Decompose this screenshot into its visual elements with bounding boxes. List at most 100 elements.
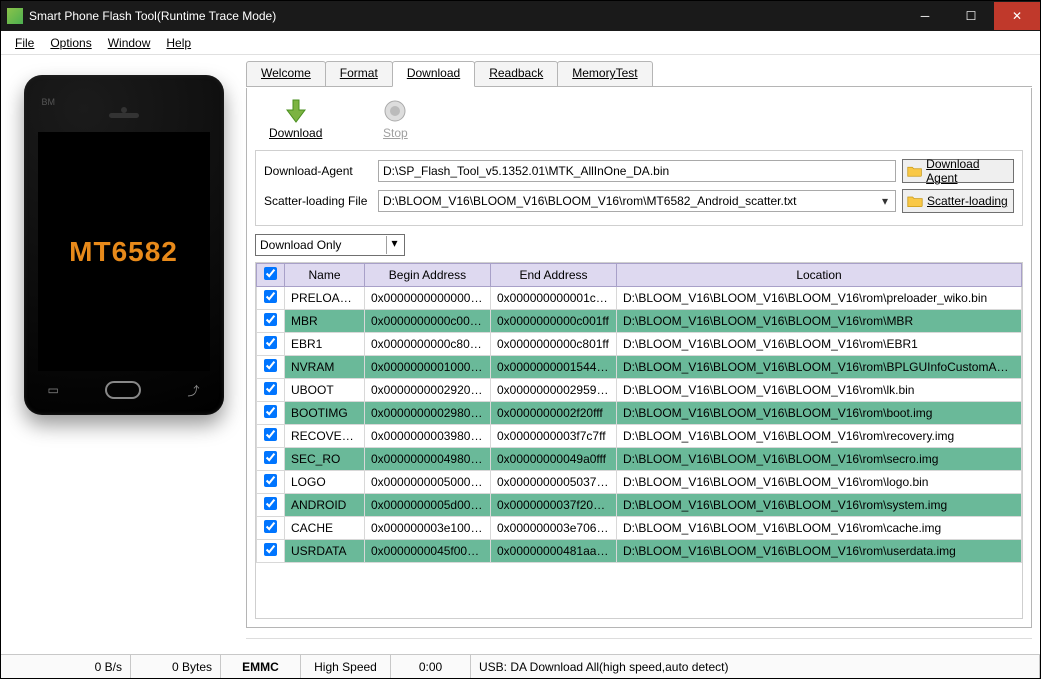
row-begin: 0x0000000045f00000: [365, 540, 491, 563]
row-checkbox[interactable]: [264, 382, 277, 395]
row-checkbox[interactable]: [264, 428, 277, 441]
menu-help[interactable]: Help: [158, 34, 199, 52]
row-checkbox[interactable]: [264, 520, 277, 533]
row-checkbox[interactable]: [264, 336, 277, 349]
chevron-down-icon: ▾: [386, 236, 402, 254]
row-location: D:\BLOOM_V16\BLOOM_V16\BLOOM_V16\rom\boo…: [617, 402, 1022, 425]
row-end: 0x0000000000c001ff: [491, 310, 617, 333]
table-row[interactable]: LOGO 0x0000000005000000 0x00000000050373…: [257, 471, 1022, 494]
maximize-button[interactable]: ☐: [948, 2, 994, 30]
phone-brand: BM: [42, 97, 56, 107]
scatter-label: Scatter-loading File: [264, 194, 372, 208]
table-row[interactable]: USRDATA 0x0000000045f00000 0x00000000481…: [257, 540, 1022, 563]
table-row[interactable]: BOOTIMG 0x0000000002980000 0x0000000002f…: [257, 402, 1022, 425]
col-end-header[interactable]: End Address: [491, 264, 617, 287]
row-end: 0x0000000002959c9b: [491, 379, 617, 402]
select-all-checkbox[interactable]: [264, 267, 277, 280]
row-end: 0x0000000002f20fff: [491, 402, 617, 425]
download-mode-combo[interactable]: Download Only ▾: [255, 234, 405, 256]
row-end: 0x0000000037f20c17: [491, 494, 617, 517]
row-name: PRELOADER: [285, 287, 365, 310]
tab-download[interactable]: Download: [392, 61, 475, 87]
row-location: D:\BLOOM_V16\BLOOM_V16\BLOOM_V16\rom\lk.…: [617, 379, 1022, 402]
row-begin: 0x0000000000c00000: [365, 310, 491, 333]
folder-icon: [907, 164, 922, 178]
row-checkbox[interactable]: [264, 313, 277, 326]
menubar: File Options Window Help: [1, 31, 1040, 55]
table-row[interactable]: ANDROID 0x0000000005d00000 0x0000000037f…: [257, 494, 1022, 517]
phone-preview: BM MT6582 ▭ ⤴: [24, 75, 224, 415]
row-checkbox[interactable]: [264, 359, 277, 372]
table-row[interactable]: SEC_RO 0x0000000004980000 0x00000000049a…: [257, 448, 1022, 471]
row-location: D:\BLOOM_V16\BLOOM_V16\BLOOM_V16\rom\rec…: [617, 425, 1022, 448]
row-checkbox[interactable]: [264, 474, 277, 487]
minimize-button[interactable]: ─: [902, 2, 948, 30]
row-begin: 0x0000000004980000: [365, 448, 491, 471]
statusbar: 0 B/s 0 Bytes EMMC High Speed 0:00 USB: …: [1, 654, 1040, 678]
table-row[interactable]: EBR1 0x0000000000c80000 0x0000000000c801…: [257, 333, 1022, 356]
row-begin: 0x0000000002920000: [365, 379, 491, 402]
row-begin: 0x0000000000c80000: [365, 333, 491, 356]
table-row[interactable]: CACHE 0x000000003e100000 0x000000003e706…: [257, 517, 1022, 540]
row-name: LOGO: [285, 471, 365, 494]
partition-table: Name Begin Address End Address Location …: [255, 262, 1023, 619]
row-checkbox[interactable]: [264, 290, 277, 303]
tab-memorytest[interactable]: MemoryTest: [557, 61, 652, 87]
sidebar: BM MT6582 ▭ ⤴: [1, 55, 246, 654]
tab-welcome[interactable]: Welcome: [246, 61, 326, 87]
close-button[interactable]: ✕: [994, 2, 1040, 30]
row-location: D:\BLOOM_V16\BLOOM_V16\BLOOM_V16\rom\cac…: [617, 517, 1022, 540]
scatter-file-value: D:\BLOOM_V16\BLOOM_V16\BLOOM_V16\rom\MT6…: [383, 194, 797, 208]
app-icon: [7, 8, 23, 24]
table-row[interactable]: RECOVERY 0x0000000003980000 0x0000000003…: [257, 425, 1022, 448]
col-name-header[interactable]: Name: [285, 264, 365, 287]
stop-button[interactable]: Stop: [382, 98, 408, 140]
col-location-header[interactable]: Location: [617, 264, 1022, 287]
menu-file[interactable]: File: [7, 34, 42, 52]
row-location: D:\BLOOM_V16\BLOOM_V16\BLOOM_V16\rom\sec…: [617, 448, 1022, 471]
row-end: 0x000000000503737f: [491, 471, 617, 494]
row-end: 0x000000003e706093: [491, 517, 617, 540]
table-row[interactable]: PRELOADER 0x0000000000000000 0x000000000…: [257, 287, 1022, 310]
status-time: 0:00: [391, 655, 471, 678]
row-location: D:\BLOOM_V16\BLOOM_V16\BLOOM_V16\rom\log…: [617, 471, 1022, 494]
row-checkbox[interactable]: [264, 543, 277, 556]
download-button-label: Download: [269, 126, 322, 140]
row-begin: 0x0000000005000000: [365, 471, 491, 494]
row-name: RECOVERY: [285, 425, 365, 448]
row-name: EBR1: [285, 333, 365, 356]
menu-options[interactable]: Options: [42, 34, 99, 52]
row-checkbox[interactable]: [264, 497, 277, 510]
table-row[interactable]: MBR 0x0000000000c00000 0x0000000000c001f…: [257, 310, 1022, 333]
stop-icon: [382, 98, 408, 124]
row-end: 0x00000000481aa2af: [491, 540, 617, 563]
row-location: D:\BLOOM_V16\BLOOM_V16\BLOOM_V16\rom\pre…: [617, 287, 1022, 310]
scatter-loading-button[interactable]: Scatter-loading: [902, 189, 1014, 213]
row-location: D:\BLOOM_V16\BLOOM_V16\BLOOM_V16\rom\use…: [617, 540, 1022, 563]
download-agent-button[interactable]: Download Agent: [902, 159, 1014, 183]
row-end: 0x00000000049a0fff: [491, 448, 617, 471]
row-name: SEC_RO: [285, 448, 365, 471]
phone-back-icon: ⤴: [187, 382, 199, 399]
table-row[interactable]: NVRAM 0x0000000001000000 0x0000000001544…: [257, 356, 1022, 379]
tab-format[interactable]: Format: [325, 61, 393, 87]
status-storage: EMMC: [221, 655, 301, 678]
phone-menu-icon: ▭: [48, 383, 59, 397]
table-row[interactable]: UBOOT 0x0000000002920000 0x0000000002959…: [257, 379, 1022, 402]
scatter-file-combo[interactable]: D:\BLOOM_V16\BLOOM_V16\BLOOM_V16\rom\MT6…: [378, 190, 896, 212]
row-begin: 0x0000000000000000: [365, 287, 491, 310]
download-agent-input[interactable]: [378, 160, 896, 182]
row-checkbox[interactable]: [264, 451, 277, 464]
col-begin-header[interactable]: Begin Address: [365, 264, 491, 287]
window-title: Smart Phone Flash Tool(Runtime Trace Mod…: [29, 9, 902, 23]
tab-readback[interactable]: Readback: [474, 61, 558, 87]
status-bytes: 0 Bytes: [131, 655, 221, 678]
download-button[interactable]: Download: [269, 98, 322, 140]
tab-pane-download: Download Stop Download-Agent Download Ag…: [246, 88, 1032, 628]
row-end: 0x0000000003f7c7ff: [491, 425, 617, 448]
tab-strip: Welcome Format Download Readback MemoryT…: [246, 61, 1032, 87]
stop-button-label: Stop: [383, 126, 408, 140]
row-checkbox[interactable]: [264, 405, 277, 418]
menu-window[interactable]: Window: [100, 34, 159, 52]
folder-icon: [907, 194, 923, 208]
